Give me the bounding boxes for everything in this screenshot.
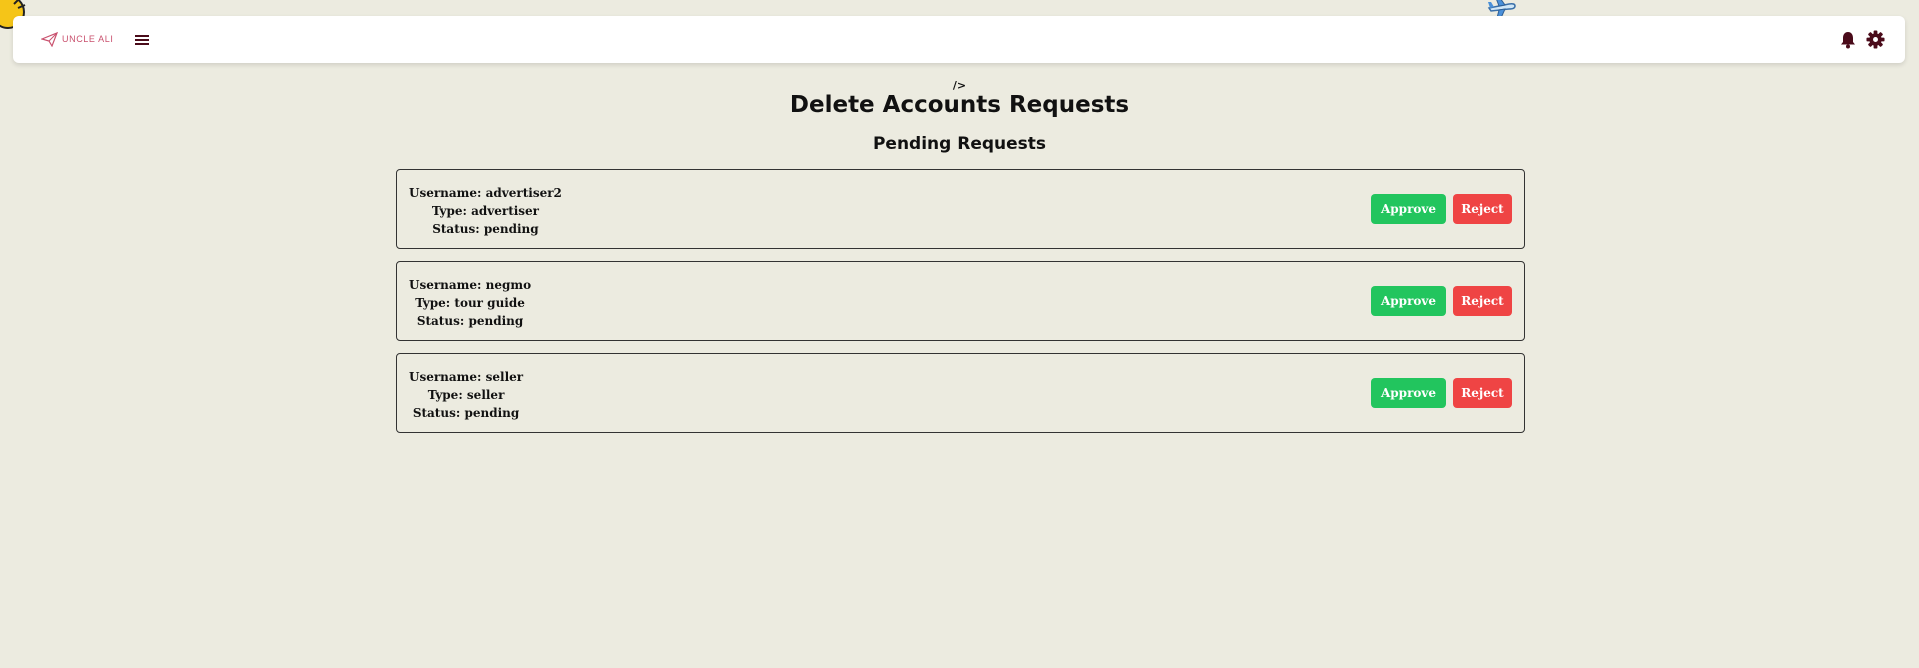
approve-button[interactable]: Approve xyxy=(1371,194,1446,224)
status-line: Status: pending xyxy=(413,404,519,422)
type-value: advertiser xyxy=(471,204,540,218)
type-line: Type: advertiser xyxy=(432,202,539,220)
type-label: Type: xyxy=(431,204,472,218)
approve-button[interactable]: Approve xyxy=(1371,286,1446,316)
airplane-logo-icon xyxy=(41,31,59,47)
request-actions: Approve Reject xyxy=(1371,378,1512,408)
reject-button[interactable]: Reject xyxy=(1453,378,1512,408)
section-title: Pending Requests xyxy=(872,134,1047,154)
gear-icon[interactable] xyxy=(1866,30,1885,49)
status-value: pending xyxy=(468,314,524,328)
stray-markup-text: /> xyxy=(952,79,967,92)
top-navbar: UNCLE ALI xyxy=(13,16,1905,63)
username-value: negmo xyxy=(485,278,532,292)
requests-list: Username: advertiser2 Type: advertiser S… xyxy=(396,169,1525,445)
request-card: Username: negmo Type: tour guide Status:… xyxy=(396,261,1525,341)
type-value: seller xyxy=(466,388,505,402)
username-label: Username: xyxy=(409,186,486,200)
username-value: seller xyxy=(485,370,524,384)
reject-button[interactable]: Reject xyxy=(1453,286,1512,316)
username-label: Username: xyxy=(409,278,486,292)
request-info: Username: negmo Type: tour guide Status:… xyxy=(409,276,531,330)
brand-name: UNCLE ALI xyxy=(62,34,114,44)
bell-icon[interactable] xyxy=(1840,31,1856,49)
status-line: Status: pending xyxy=(417,312,523,330)
hamburger-menu-icon[interactable] xyxy=(134,33,150,47)
reject-button[interactable]: Reject xyxy=(1453,194,1512,224)
username-value: advertiser2 xyxy=(485,186,562,200)
type-line: Type: seller xyxy=(428,386,505,404)
request-card: Username: seller Type: seller Status: pe… xyxy=(396,353,1525,433)
status-line: Status: pending xyxy=(432,220,538,238)
type-value: tour guide xyxy=(454,296,525,310)
status-value: pending xyxy=(483,222,539,236)
username-line: Username: negmo xyxy=(409,276,531,294)
type-line: Type: tour guide xyxy=(415,294,525,312)
brand-logo[interactable]: UNCLE ALI xyxy=(41,31,113,47)
request-card: Username: advertiser2 Type: advertiser S… xyxy=(396,169,1525,249)
type-label: Type: xyxy=(427,388,467,402)
username-line: Username: seller xyxy=(409,368,523,386)
username-line: Username: advertiser2 xyxy=(409,184,562,202)
page-title: Delete Accounts Requests xyxy=(789,92,1130,118)
status-value: pending xyxy=(464,406,520,420)
approve-button[interactable]: Approve xyxy=(1371,378,1446,408)
request-info: Username: advertiser2 Type: advertiser S… xyxy=(409,184,562,238)
status-label: Status: xyxy=(432,222,484,236)
status-label: Status: xyxy=(416,314,469,328)
type-label: Type: xyxy=(415,296,455,310)
request-info: Username: seller Type: seller Status: pe… xyxy=(409,368,523,422)
request-actions: Approve Reject xyxy=(1371,194,1512,224)
request-actions: Approve Reject xyxy=(1371,286,1512,316)
status-label: Status: xyxy=(412,406,465,420)
username-label: Username: xyxy=(409,370,486,384)
